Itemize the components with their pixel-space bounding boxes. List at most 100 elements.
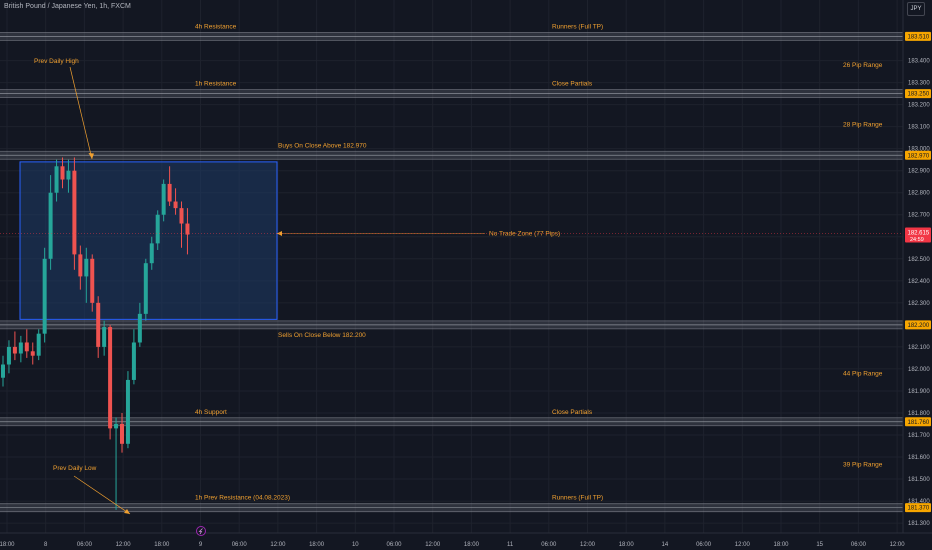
candle-body (173, 201, 178, 209)
candle-body (24, 342, 29, 352)
price-tick-label: 182.300 (908, 301, 930, 307)
candle-body (137, 313, 142, 343)
level-label: Sells On Close Below 182.200 (278, 332, 366, 339)
candle-body (54, 166, 59, 193)
level-target-label: Runners (Full TP) (552, 495, 603, 502)
time-tick-label: 06:00 (77, 542, 93, 548)
time-tick-label: 14 (662, 542, 669, 548)
price-tick-label: 181.300 (908, 521, 930, 527)
time-tick-label: 15 (816, 542, 823, 548)
time-tick-label: 12:00 (735, 542, 751, 548)
level-price-badge-text: 181.370 (908, 506, 930, 512)
candle-body (78, 254, 83, 277)
candle-body (131, 342, 136, 380)
level-label: 1h Prev Resistance (04.08.2023) (195, 495, 290, 502)
candle-body (48, 192, 53, 259)
candle-body (84, 258, 89, 277)
prev-daily-high-label: Prev Daily High (34, 58, 79, 65)
time-tick-label: 06:00 (541, 542, 557, 548)
price-tick-label: 182.400 (908, 279, 930, 285)
time-tick-label: 06:00 (386, 542, 402, 548)
time-tick-label: 18:00 (619, 542, 635, 548)
candle-body (60, 166, 65, 180)
candle-body (12, 346, 17, 354)
candle-body (90, 258, 95, 303)
candle-body (18, 342, 23, 354)
candle-body (36, 333, 41, 356)
candle-body (6, 346, 11, 365)
level-price-badge-text: 182.970 (908, 153, 930, 159)
time-tick-label: 12:00 (425, 542, 441, 548)
candle-body (30, 351, 35, 356)
level-price-badge-text: 183.510 (908, 34, 930, 40)
price-tick-label: 182.100 (908, 345, 930, 351)
current-price-text: 182.615 (908, 230, 930, 236)
time-tick-label: 18:00 (309, 542, 325, 548)
candle-body (114, 423, 119, 429)
pip-range-label: 28 Pip Range (843, 121, 883, 128)
candle-body (155, 214, 160, 244)
price-tick-label: 183.200 (908, 103, 930, 109)
candle-body (120, 423, 124, 444)
level-label: Buys On Close Above 182.970 (278, 142, 367, 149)
price-tick-label: 181.700 (908, 433, 930, 439)
price-tick-label: 183.100 (908, 125, 930, 131)
candle-body (161, 183, 166, 215)
time-tick-label: 12:00 (580, 542, 596, 548)
candle-body (185, 223, 190, 235)
price-tick-label: 182.800 (908, 191, 930, 197)
time-tick-label: 18:00 (0, 542, 15, 548)
candle-body (125, 379, 130, 444)
candle-body (167, 183, 172, 202)
candle-body (42, 258, 47, 334)
no-trade-zone-label: No Trade Zone (77 Pips) (489, 230, 560, 237)
time-tick-label: 06:00 (851, 542, 867, 548)
candle-body (149, 243, 154, 264)
price-tick-label: 181.800 (908, 411, 930, 417)
level-label: 1h Resistance (195, 81, 237, 88)
prev-daily-low-label: Prev Daily Low (53, 465, 97, 472)
bar-countdown-text: 24:59 (910, 237, 924, 243)
level-price-badge-text: 182.200 (908, 323, 930, 329)
pip-range-label: 44 Pip Range (843, 370, 883, 377)
chart-title: British Pound / Japanese Yen, 1h, FXCM (4, 3, 131, 10)
price-tick-label: 181.500 (908, 477, 930, 483)
time-tick-label: 06:00 (696, 542, 712, 548)
pip-range-label: 26 Pip Range (843, 62, 883, 69)
level-target-label: Runners (Full TP) (552, 23, 603, 30)
time-tick-label: 11 (507, 542, 514, 548)
price-tick-label: 182.500 (908, 257, 930, 263)
price-tick-label: 182.700 (908, 213, 930, 219)
level-price-badge-text: 181.760 (908, 420, 930, 426)
level-target-label: Close Partials (552, 81, 593, 88)
candle-body (179, 208, 184, 224)
level-label: 4h Support (195, 409, 227, 416)
time-tick-label: 18:00 (464, 542, 480, 548)
pip-range-label: 39 Pip Range (843, 462, 883, 469)
time-tick-label: 06:00 (232, 542, 248, 548)
time-tick-label: 12:00 (270, 542, 286, 548)
price-chart[interactable]: 4h Resistance Runners (Full TP) 1h Resista… (0, 0, 932, 550)
event-marker-icon (196, 526, 206, 536)
candle-body (108, 327, 113, 429)
time-tick-label: 10 (352, 542, 359, 548)
price-tick-label: 181.900 (908, 389, 930, 395)
currency-button[interactable]: JPY (907, 2, 925, 16)
level-label: 4h Resistance (195, 23, 237, 30)
candle-body (72, 170, 77, 255)
price-tick-label: 183.400 (908, 59, 930, 65)
price-tick-label: 182.000 (908, 367, 930, 373)
candle-body (102, 327, 107, 347)
candle-body (143, 263, 148, 314)
candle-body (1, 364, 5, 378)
price-tick-label: 183.300 (908, 81, 930, 87)
price-tick-label: 182.900 (908, 169, 930, 175)
time-tick-label: 18:00 (154, 542, 170, 548)
candle-body (96, 302, 101, 347)
level-price-badge-text: 183.250 (908, 92, 930, 98)
price-tick-label: 181.600 (908, 455, 930, 461)
candle-body (66, 170, 71, 180)
level-target-label: Close Partials (552, 409, 593, 416)
prev-daily-high-arrow (69, 66, 93, 160)
time-tick-label: 12:00 (890, 542, 906, 548)
